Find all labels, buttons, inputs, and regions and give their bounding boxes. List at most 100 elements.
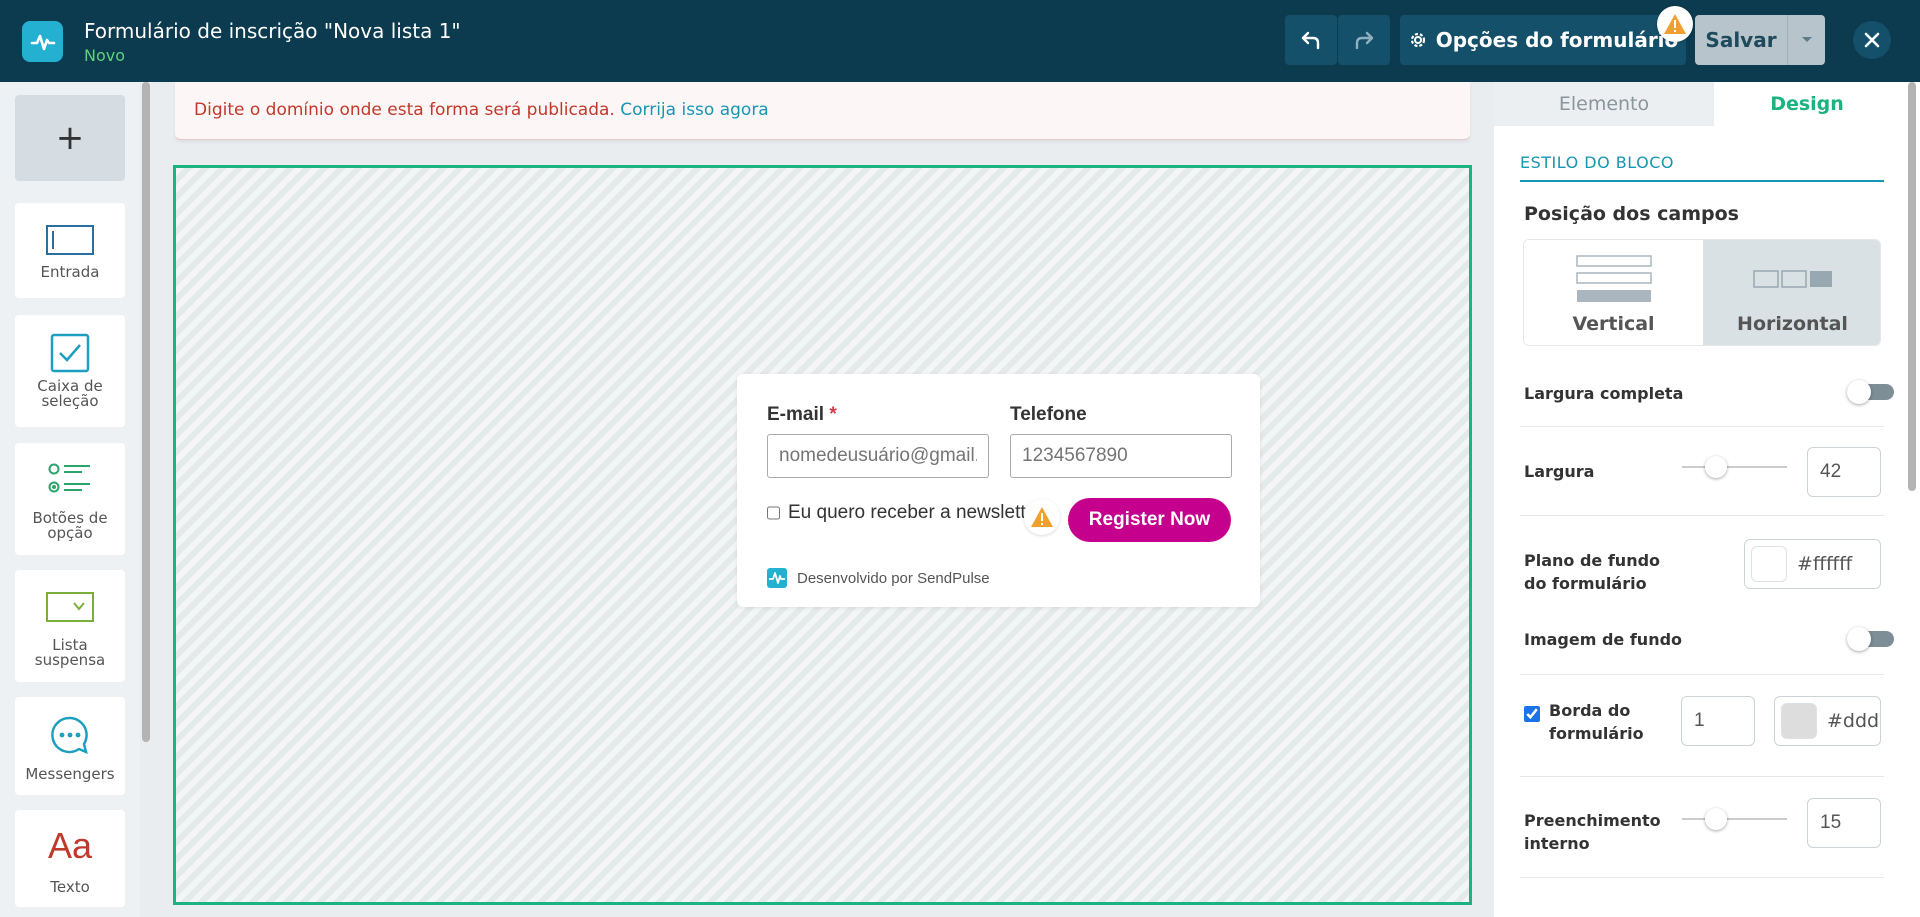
form-border-label: Borda do formulário	[1549, 701, 1644, 743]
full-width-label: Largura completa	[1524, 384, 1684, 403]
powered-by-text: Desenvolvido por SendPulse	[797, 569, 990, 587]
redo-icon	[1355, 31, 1374, 50]
email-label-text: E-mail	[767, 404, 825, 425]
save-button[interactable]: Salvar	[1695, 15, 1787, 65]
text-aa-icon: Aa	[47, 825, 93, 866]
divider	[1520, 426, 1884, 427]
palette-item-input[interactable]: Entrada	[15, 203, 125, 298]
border-color-value: #ddd	[1827, 710, 1880, 732]
padding-label: Preenchimento interno	[1524, 811, 1661, 853]
close-icon	[1864, 32, 1880, 48]
section-divider	[1520, 180, 1884, 182]
powered-by[interactable]: Desenvolvido por SendPulse	[767, 568, 990, 588]
section-title: ESTILO DO BLOCO	[1520, 153, 1674, 172]
fix-now-link[interactable]: Corrija isso agora	[620, 100, 768, 120]
border-width-input[interactable]	[1681, 696, 1755, 746]
close-button[interactable]	[1853, 21, 1891, 59]
divider	[1520, 674, 1884, 675]
divider	[1520, 776, 1884, 777]
background-color-label: Plano de fundo do formulário	[1524, 551, 1661, 593]
background-color-swatch[interactable]	[1751, 546, 1787, 582]
width-input[interactable]	[1807, 447, 1881, 497]
horizontal-layout-icon	[1752, 270, 1832, 288]
field-position-heading: Posição dos campos	[1524, 203, 1739, 225]
palette-item-label: Botões de opção	[32, 509, 108, 542]
design-panel: Elemento Design ESTILO DO BLOCO Posição …	[1494, 82, 1920, 917]
newsletter-checkbox-row[interactable]: Eu quero receber a newsletter	[767, 502, 1029, 524]
border-color-swatch[interactable]	[1781, 703, 1817, 739]
gear-icon	[1410, 32, 1425, 48]
palette-scrollbar[interactable]	[142, 82, 150, 742]
palette-item-dropdown[interactable]: Lista suspensa	[15, 570, 125, 682]
input-field-icon	[46, 225, 94, 255]
form-block-stage[interactable]: E-mail * Telefone Eu quero receber a new…	[173, 165, 1472, 905]
palette-item-checkbox[interactable]: Caixa de seleção	[15, 315, 125, 427]
required-mark: *	[829, 404, 837, 425]
form-status: Novo	[84, 46, 126, 65]
domain-alert: Digite o domínio onde esta forma será pu…	[175, 82, 1470, 140]
background-color-picker[interactable]: #ffffff	[1744, 539, 1881, 589]
undo-button[interactable]	[1285, 15, 1337, 65]
chat-bubble-icon	[51, 716, 88, 755]
layout-vertical-label: Vertical	[1572, 313, 1655, 335]
top-bar: Formulário de inscrição "Nova lista 1" N…	[0, 0, 1920, 82]
padding-input[interactable]	[1807, 798, 1881, 848]
palette-item-messengers[interactable]: Messengers	[15, 697, 125, 795]
border-color-picker[interactable]: #ddd	[1774, 696, 1881, 746]
palette-item-text[interactable]: Aa Texto	[15, 810, 125, 907]
subscription-form[interactable]: E-mail * Telefone Eu quero receber a new…	[737, 374, 1260, 607]
width-label: Largura	[1524, 462, 1595, 481]
form-options-button[interactable]: Opções do formulário	[1400, 15, 1686, 65]
undo-icon	[1301, 31, 1320, 50]
form-border-checkbox[interactable]	[1524, 706, 1540, 722]
checkbox-icon	[50, 333, 90, 373]
palette-item-label: Entrada	[40, 263, 100, 281]
chevron-down-icon	[1801, 37, 1812, 42]
width-slider[interactable]	[1682, 456, 1787, 478]
newsletter-checkbox[interactable]	[767, 506, 780, 520]
divider	[1520, 515, 1884, 516]
padding-slider[interactable]	[1682, 808, 1787, 830]
background-image-toggle[interactable]	[1847, 627, 1894, 651]
layout-horizontal-option[interactable]: Horizontal	[1703, 240, 1880, 345]
phone-field-label: Telefone	[1010, 404, 1087, 425]
toggle-knob	[1847, 627, 1871, 651]
options-warning-icon[interactable]	[1657, 6, 1693, 42]
phone-field[interactable]	[1010, 434, 1232, 478]
sendpulse-small-logo-icon	[767, 568, 787, 588]
palette-item-label: Messengers	[25, 765, 115, 783]
register-now-button[interactable]: Register Now	[1068, 498, 1231, 542]
tab-element[interactable]: Elemento	[1494, 82, 1714, 126]
full-width-toggle[interactable]	[1847, 380, 1894, 404]
save-dropdown-button[interactable]	[1787, 15, 1825, 65]
email-field[interactable]	[767, 434, 989, 478]
sendpulse-logo-icon[interactable]	[22, 21, 63, 62]
layout-horizontal-label: Horizontal	[1737, 313, 1848, 335]
radio-list-icon	[48, 463, 90, 493]
vertical-layout-icon	[1575, 255, 1652, 302]
checkbox-warning-icon[interactable]	[1024, 499, 1060, 535]
panel-scrollbar[interactable]	[1908, 82, 1916, 491]
add-element-button[interactable]: +	[15, 95, 125, 181]
slider-thumb[interactable]	[1705, 808, 1727, 830]
slider-thumb[interactable]	[1705, 456, 1727, 478]
dropdown-icon	[46, 592, 94, 622]
email-field-label: E-mail *	[767, 404, 837, 426]
background-color-value: #ffffff	[1797, 553, 1853, 575]
domain-alert-text: Digite o domínio onde esta forma será pu…	[194, 100, 615, 120]
layout-selector: Vertical Horizontal	[1523, 239, 1881, 346]
palette-item-label: Lista suspensa	[34, 636, 106, 669]
newsletter-checkbox-label: Eu quero receber a newsletter	[788, 502, 1029, 523]
form-options-label: Opções do formulário	[1435, 28, 1679, 52]
redo-button[interactable]	[1338, 15, 1390, 65]
palette-item-label: Caixa de seleção	[37, 377, 103, 410]
background-image-label: Imagem de fundo	[1524, 630, 1683, 649]
divider	[1520, 877, 1884, 878]
layout-vertical-option[interactable]: Vertical	[1524, 240, 1703, 345]
tab-design[interactable]: Design	[1714, 82, 1900, 126]
form-title: Formulário de inscrição "Nova lista 1"	[84, 19, 461, 43]
toggle-knob	[1847, 380, 1871, 404]
palette-item-radio-buttons[interactable]: Botões de opção	[15, 443, 125, 555]
palette-item-label: Texto	[50, 878, 90, 896]
title-block: Formulário de inscrição "Nova lista 1" N…	[84, 19, 461, 67]
